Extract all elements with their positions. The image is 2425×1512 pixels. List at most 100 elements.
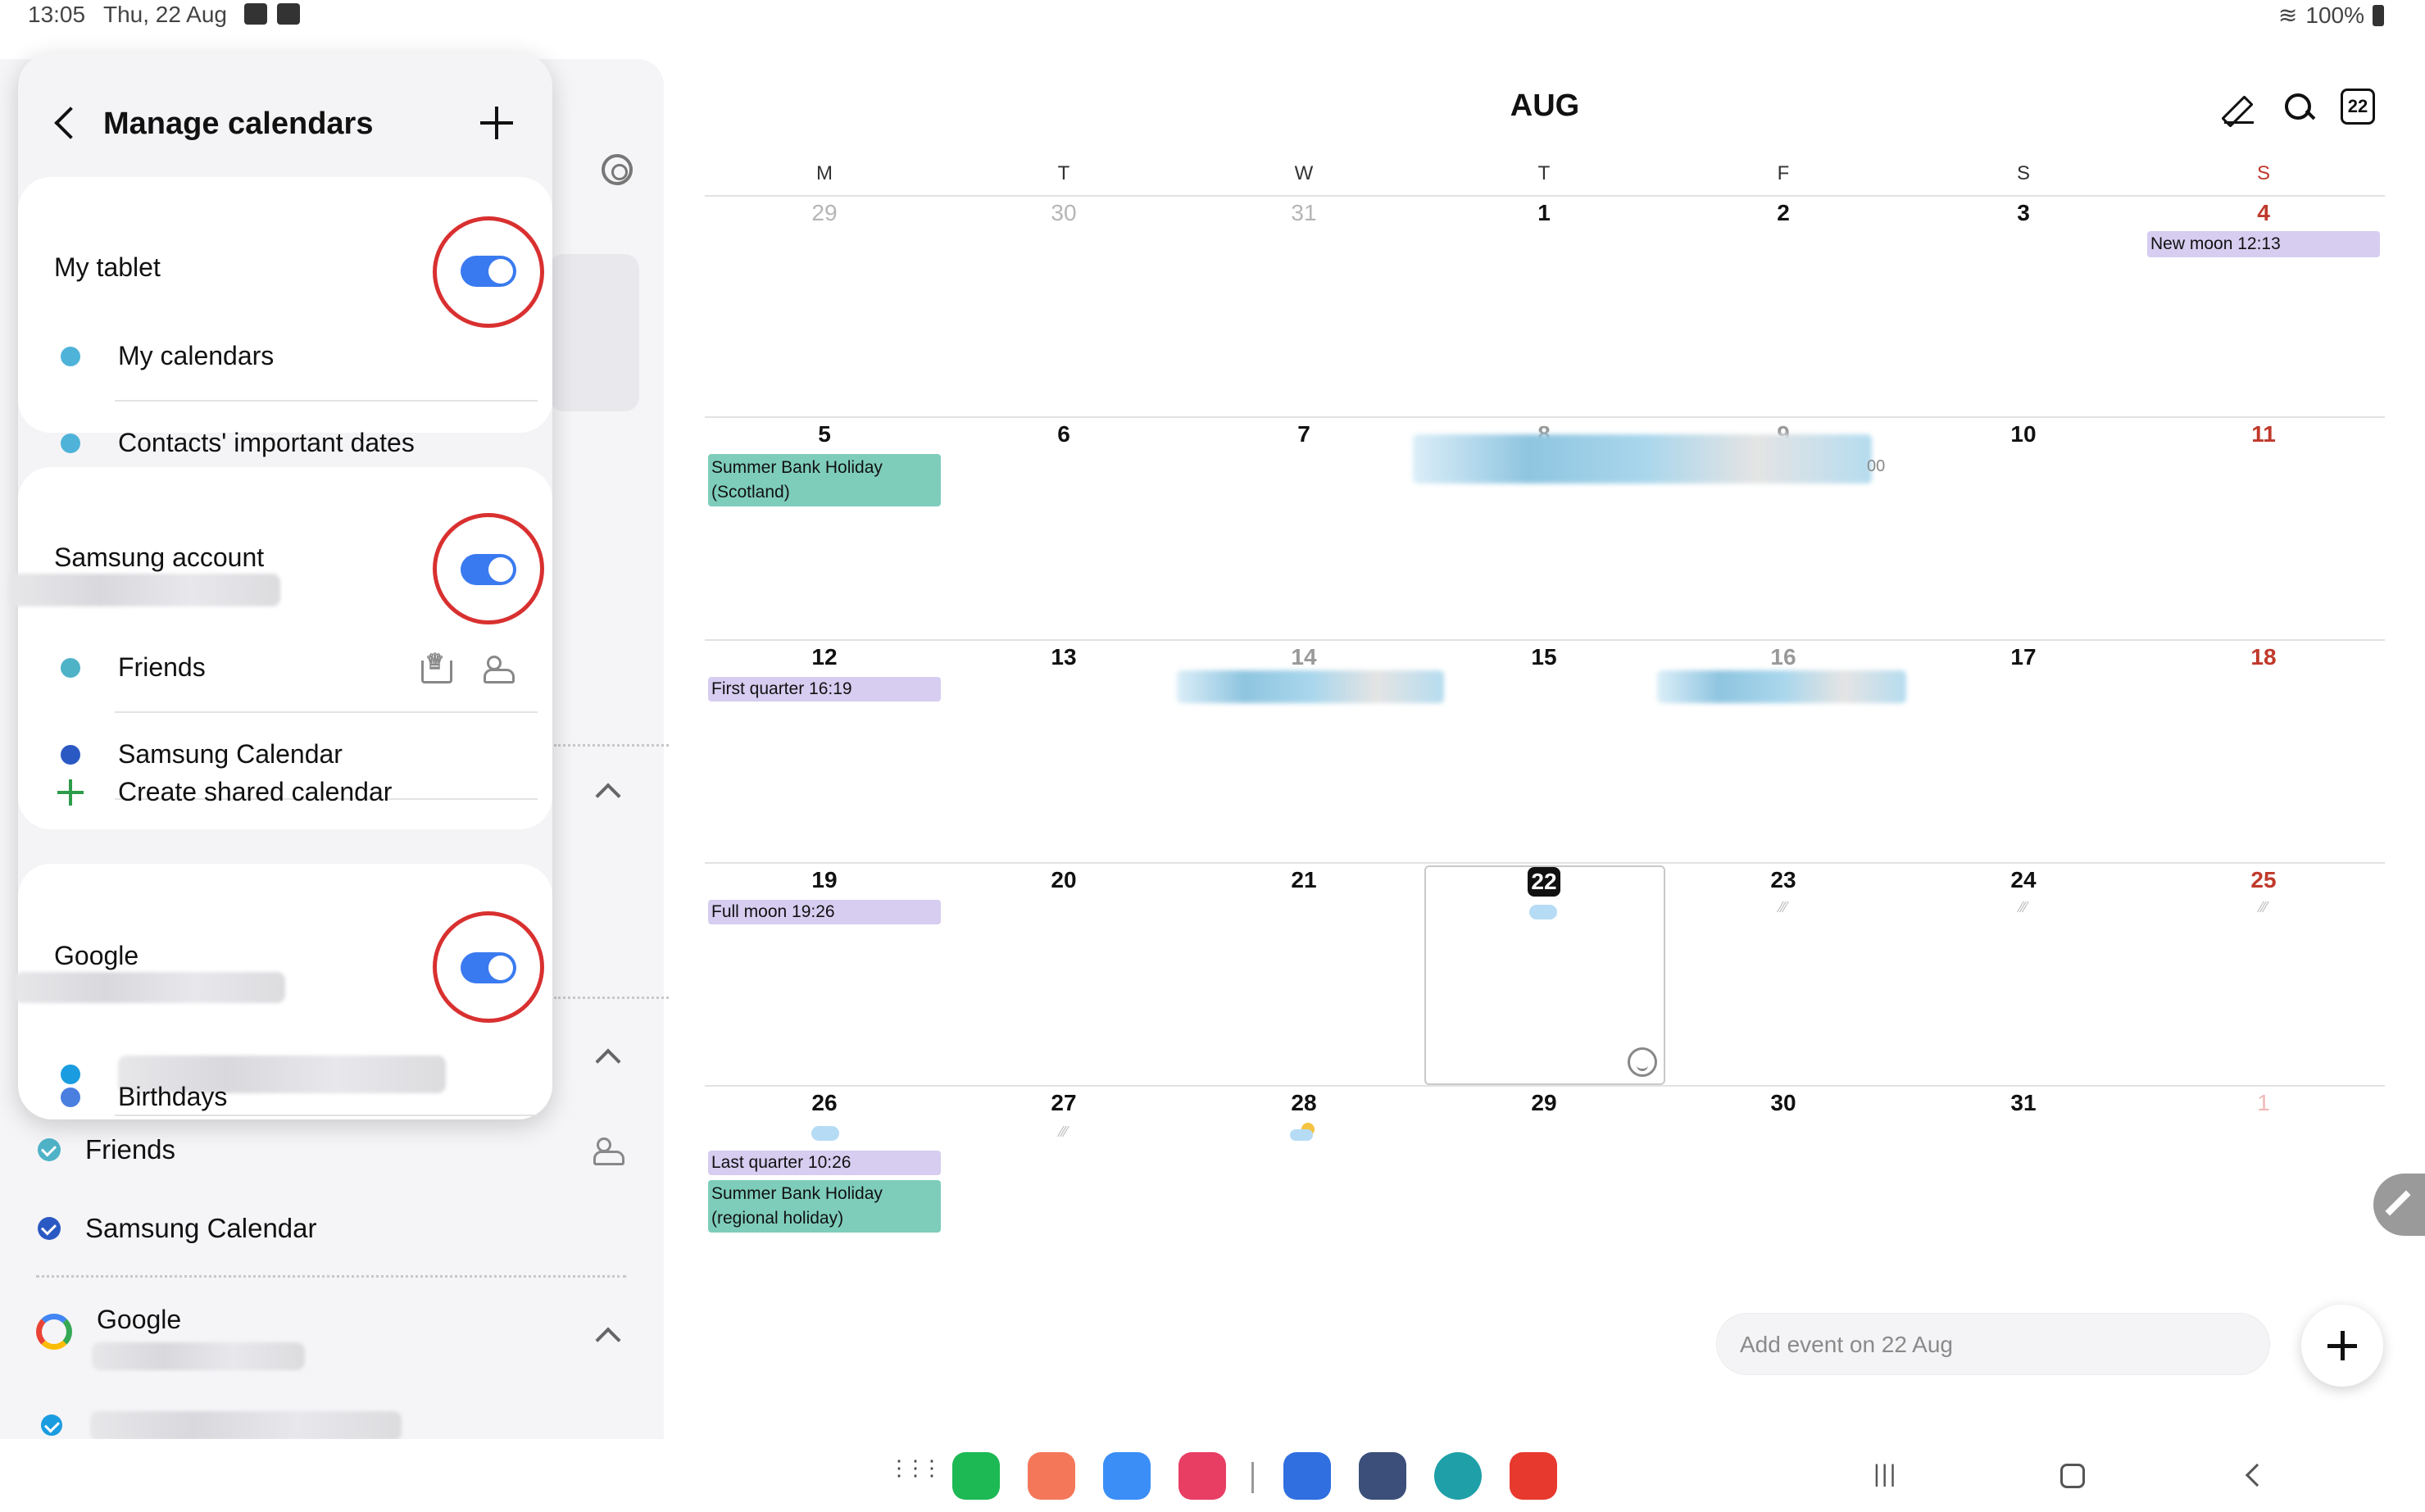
calendar-item-samsung-calendar[interactable]: Samsung Calendar (61, 739, 343, 770)
add-event-plus-button[interactable] (2301, 1305, 2383, 1387)
cloud-weather-icon (1529, 905, 1557, 919)
add-event-input[interactable]: Add event on 22 Aug (1716, 1313, 2270, 1375)
event-full-moon[interactable]: Full moon 19:26 (708, 900, 941, 924)
event-last-quarter[interactable]: Last quarter 10:26 (708, 1151, 941, 1175)
day-cell[interactable]: 28 (1271, 1090, 1337, 1116)
drawer-divider (36, 1275, 626, 1278)
month-title[interactable]: AUG (1500, 89, 1590, 124)
edit-pen-icon[interactable] (2224, 92, 2257, 125)
drawer-item-samsung-calendar[interactable]: Samsung Calendar (38, 1213, 317, 1244)
day-cell[interactable]: 27 (1031, 1090, 1097, 1116)
day-cell[interactable]: 31 (1271, 200, 1337, 226)
day-cell[interactable]: 21 (1271, 867, 1337, 893)
redacted-account (10, 574, 280, 606)
drawer-item-label: Samsung Calendar (85, 1213, 317, 1243)
m-app-icon[interactable] (1283, 1452, 1331, 1500)
weekday-fri: F (1777, 162, 1790, 184)
sticker-smiley-icon[interactable] (1628, 1047, 1657, 1077)
settings-gear-icon[interactable] (602, 154, 633, 185)
day-cell[interactable]: 30 (1751, 1090, 1816, 1116)
back-arrow-icon[interactable] (54, 107, 87, 139)
day-cell[interactable]: 18 (2231, 644, 2296, 670)
day-cell[interactable]: 16 (1751, 644, 1816, 670)
event-bank-holiday-regional[interactable]: Summer Bank Holiday (regional holiday) (708, 1180, 941, 1233)
day-cell[interactable]: 25 (2231, 867, 2296, 893)
checkbox-icon[interactable] (38, 1138, 61, 1161)
event-first-quarter[interactable]: First quarter 16:19 (708, 677, 941, 702)
create-shared-calendar-label: Create shared calendar (118, 777, 393, 806)
settings-app-icon[interactable] (1359, 1452, 1406, 1500)
item-separator (115, 711, 538, 713)
phone-app-icon[interactable] (952, 1452, 1000, 1500)
day-cell[interactable]: 29 (1511, 1090, 1577, 1116)
drawer-selected-item[interactable] (549, 254, 639, 411)
rain-weather-icon: ⁄⁄⁄ (1779, 899, 1787, 915)
calendar-color-dot (61, 1087, 80, 1107)
day-cell[interactable]: 2 (1751, 200, 1816, 226)
redacted-account (92, 1342, 305, 1370)
group-samsung-account: Samsung account Friends Samsung Calendar (10, 467, 552, 829)
app-drawer-grid-icon[interactable] (888, 1455, 938, 1492)
today-calendar-icon[interactable]: 22 (2341, 89, 2375, 125)
red-app-icon[interactable] (1510, 1452, 1557, 1500)
edge-app-icon[interactable] (1434, 1452, 1482, 1500)
event-new-moon[interactable]: New moon 12:13 (2147, 231, 2380, 257)
day-cell[interactable]: 7 (1271, 421, 1337, 447)
google-logo-icon (36, 1314, 72, 1350)
group-title: My tablet (54, 252, 161, 282)
event-bank-holiday-scotland[interactable]: Summer Bank Holiday (Scotland) (708, 454, 941, 506)
weekday-sun: S (2256, 162, 2270, 184)
contacts-app-icon[interactable] (1028, 1452, 1075, 1500)
drawer-google-label: Google (97, 1305, 182, 1334)
day-cell[interactable]: 1 (2231, 1090, 2296, 1116)
create-shared-calendar-button[interactable]: Create shared calendar (57, 777, 392, 807)
checkbox-icon[interactable] (41, 1414, 62, 1436)
search-icon[interactable] (2283, 92, 2316, 125)
today-cell-selected[interactable] (1424, 865, 1665, 1085)
rain-weather-icon: ⁄⁄⁄ (2259, 899, 2268, 915)
day-cell[interactable]: 1 (1511, 200, 1577, 226)
calendar-item-contacts-important-dates[interactable]: Contacts' important dates (61, 428, 415, 458)
add-calendar-plus-icon[interactable] (480, 107, 513, 139)
day-cell[interactable]: 14 (1271, 644, 1337, 670)
edge-panel-pen-icon[interactable] (2373, 1174, 2425, 1236)
day-cell[interactable]: 24 (1991, 867, 2056, 893)
day-cell[interactable]: 12 (792, 644, 857, 670)
recents-nav-icon[interactable] (1873, 1460, 1898, 1485)
day-cell[interactable]: 3 (1991, 200, 2056, 226)
checkbox-icon[interactable] (38, 1217, 61, 1240)
calendar-color-dot (61, 744, 80, 765)
highlight-circle (433, 216, 544, 328)
day-cell[interactable]: 4 (2231, 200, 2296, 226)
day-cell[interactable]: 19 (792, 867, 857, 893)
day-cell[interactable]: 5 (792, 421, 857, 447)
day-cell[interactable]: 13 (1031, 644, 1097, 670)
rain-weather-icon: ⁄⁄⁄ (2019, 899, 2028, 915)
day-cell[interactable]: 23 (1751, 867, 1816, 893)
day-cell[interactable]: 15 (1511, 644, 1577, 670)
rain-weather-icon: ⁄⁄⁄ (1060, 1124, 1068, 1140)
day-cell[interactable]: 6 (1031, 421, 1097, 447)
day-cell[interactable]: 26 (792, 1090, 857, 1116)
camera-app-icon[interactable] (1178, 1452, 1226, 1500)
day-cell[interactable]: 10 (1991, 421, 2056, 447)
calendar-item-birthdays[interactable]: Birthdays (61, 1082, 227, 1112)
drawer-item-friends[interactable]: Friends (38, 1134, 175, 1165)
day-cell[interactable]: 29 (792, 200, 857, 226)
gallery-icon (277, 3, 300, 25)
calendar-item-friends[interactable]: Friends (61, 652, 206, 683)
item-separator (115, 1115, 538, 1116)
home-nav-icon[interactable] (2060, 1464, 2085, 1488)
today-date-badge[interactable]: 22 (1528, 867, 1560, 897)
day-cell[interactable]: 31 (1991, 1090, 2056, 1116)
cloud-weather-icon (811, 1126, 839, 1141)
day-cell[interactable]: 20 (1031, 867, 1097, 893)
shared-people-icon (593, 1137, 624, 1165)
day-cell[interactable]: 30 (1031, 200, 1097, 226)
redacted-calendar-name (90, 1411, 402, 1441)
highlight-circle (433, 513, 544, 624)
calendar-item-my-calendars[interactable]: My calendars (61, 341, 274, 371)
messages-app-icon[interactable] (1103, 1452, 1151, 1500)
day-cell[interactable]: 17 (1991, 644, 2056, 670)
day-cell[interactable]: 11 (2231, 421, 2296, 447)
